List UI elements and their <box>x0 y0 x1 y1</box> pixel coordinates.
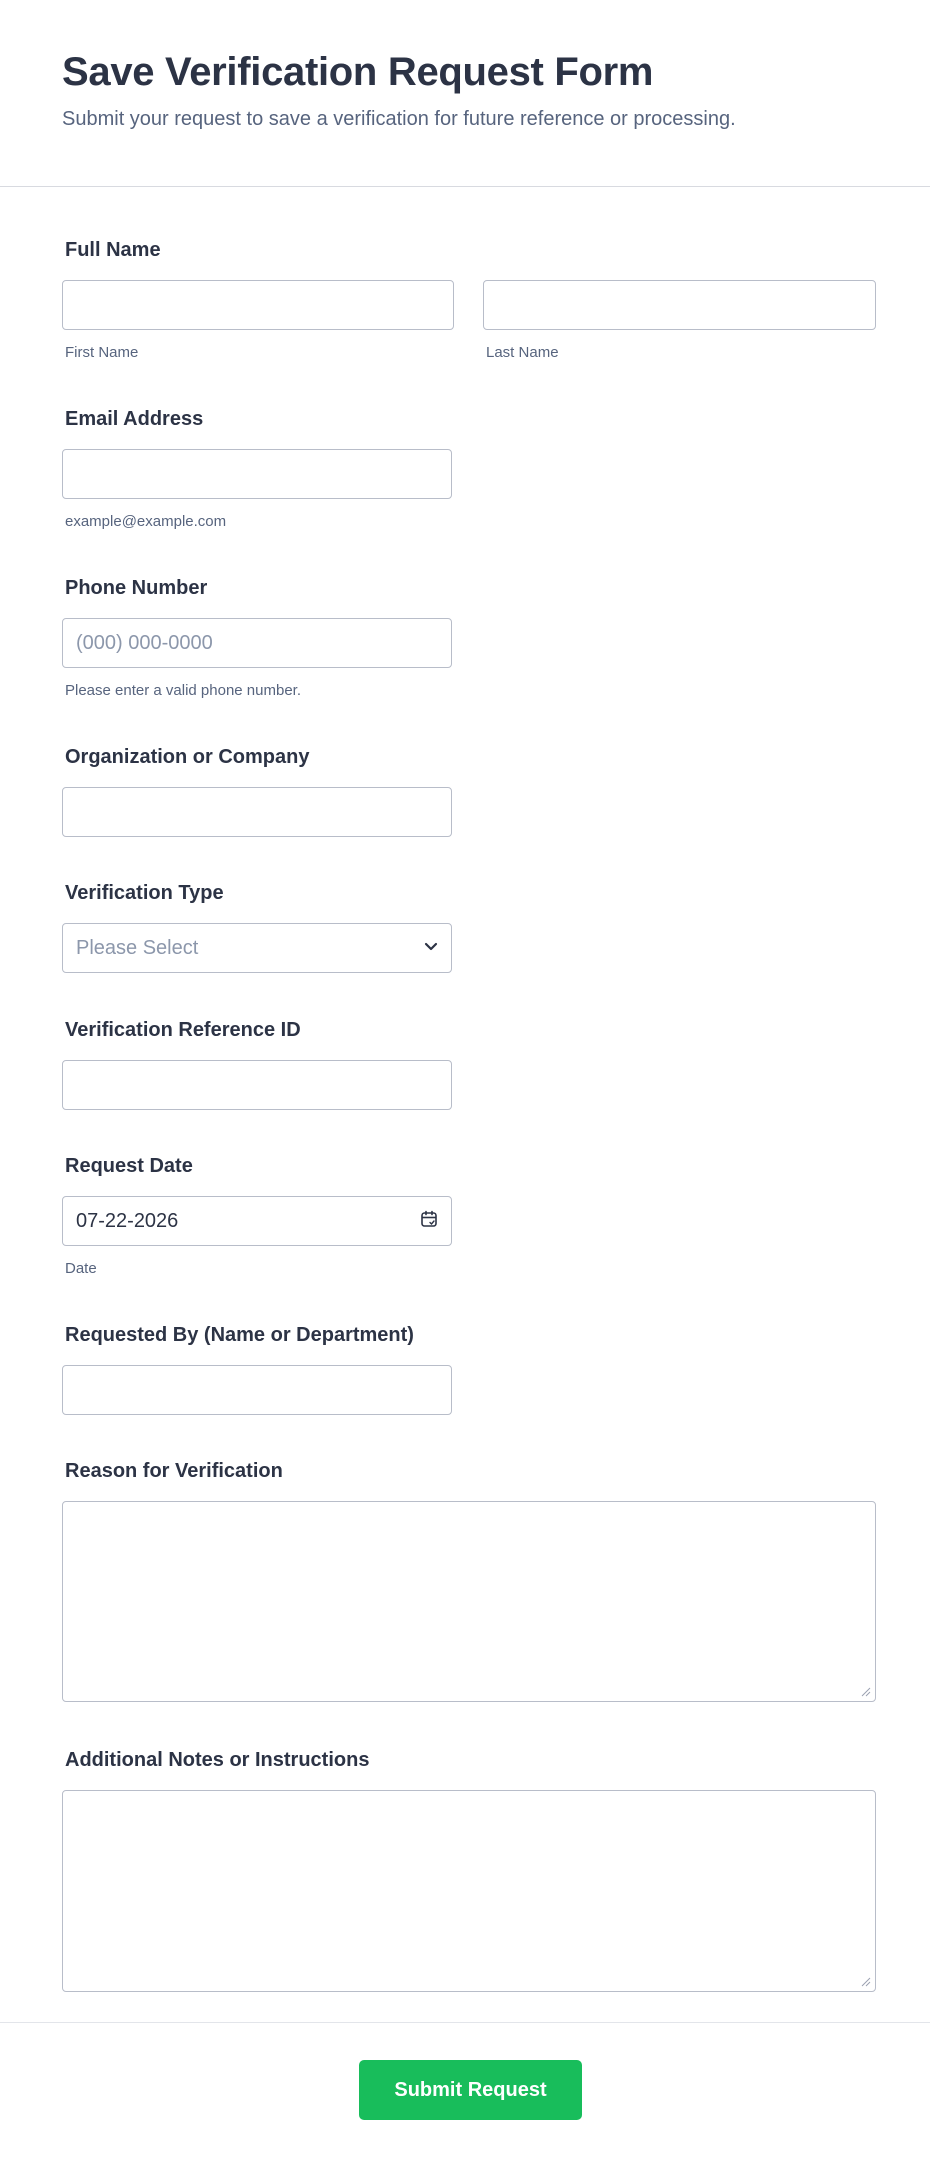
form-header: Save Verification Request Form Submit yo… <box>0 0 930 187</box>
requested-by-input[interactable] <box>62 1365 452 1415</box>
reason-textarea[interactable] <box>62 1501 876 1702</box>
email-sublabel: example@example.com <box>65 513 227 530</box>
calendar-icon[interactable] <box>420 1210 438 1233</box>
email-input[interactable] <box>62 449 452 499</box>
verification-type-select[interactable]: Please Select <box>62 923 452 973</box>
last-name-input[interactable] <box>483 280 876 330</box>
verification-type-label: Verification Type <box>65 882 224 904</box>
request-date-label: Request Date <box>65 1155 193 1177</box>
phone-sublabel: Please enter a valid phone number. <box>65 682 301 699</box>
request-date-sublabel: Date <box>65 1260 97 1277</box>
first-name-input[interactable] <box>62 280 454 330</box>
page-subtitle: Submit your request to save a verificati… <box>62 108 736 130</box>
email-label: Email Address <box>65 408 204 430</box>
full-name-label: Full Name <box>65 239 161 261</box>
last-name-sublabel: Last Name <box>486 344 559 361</box>
first-name-sublabel: First Name <box>65 344 139 361</box>
page-title: Save Verification Request Form <box>62 50 654 94</box>
verification-type-value: Please Select <box>76 936 199 959</box>
submit-button[interactable]: Submit Request <box>359 2060 582 2120</box>
phone-input[interactable] <box>62 618 452 668</box>
reason-label: Reason for Verification <box>65 1460 283 1482</box>
reference-id-label: Verification Reference ID <box>65 1019 301 1041</box>
resize-grip-icon[interactable] <box>860 1976 872 1988</box>
notes-label: Additional Notes or Instructions <box>65 1749 370 1771</box>
reference-id-input[interactable] <box>62 1060 452 1110</box>
resize-grip-icon[interactable] <box>860 1686 872 1698</box>
notes-textarea[interactable] <box>62 1790 876 1992</box>
phone-label: Phone Number <box>65 577 208 599</box>
request-date-input[interactable]: 07-22-2026 <box>62 1196 452 1246</box>
organization-input[interactable] <box>62 787 452 837</box>
request-date-value: 07-22-2026 <box>76 1209 179 1232</box>
form-page: Save Verification Request Form Submit yo… <box>0 0 930 2169</box>
requested-by-label: Requested By (Name or Department) <box>65 1324 414 1346</box>
organization-label: Organization or Company <box>65 746 310 768</box>
chevron-down-icon <box>424 939 438 957</box>
